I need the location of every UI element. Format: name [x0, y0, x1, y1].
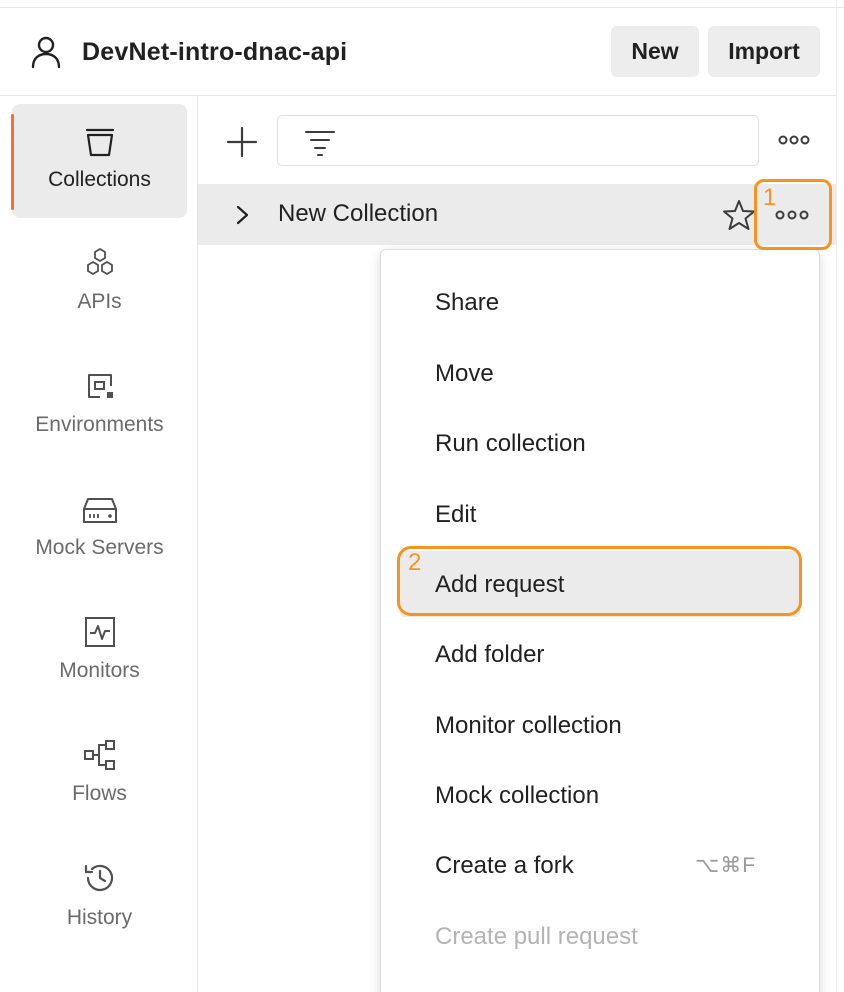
sidebar-item-label: Flows [72, 782, 127, 805]
hexagons-apis-icon [86, 247, 113, 276]
sidebar-item-label: Environments [35, 413, 164, 436]
sidebar-item-label: APIs [77, 290, 122, 313]
sidebar-item-apis[interactable]: APIs [12, 226, 187, 340]
menu-item-move[interactable]: Move [435, 360, 494, 388]
plus-icon[interactable] [222, 122, 262, 162]
menu-item-mock-collection[interactable]: Mock collection [435, 782, 599, 810]
sidebar-item-collections[interactable]: Collections [12, 104, 187, 218]
sidebar-item-label: Monitors [59, 659, 140, 682]
chevron-right-icon[interactable] [233, 200, 253, 230]
workspace-header: DevNet-intro-dnac-api New Import [0, 8, 836, 96]
server-icon [82, 498, 117, 523]
menu-item-create-fork[interactable]: Create a fork [435, 852, 574, 880]
sidebar-item-label: Collections [48, 168, 151, 191]
monitor-pulse-icon [84, 617, 115, 647]
sidebar-item-mock-servers[interactable]: Mock Servers [12, 472, 187, 586]
sidebar-item-environments[interactable]: Environments [12, 349, 187, 463]
filter-input[interactable] [277, 115, 759, 166]
user-icon [31, 36, 61, 69]
sidebar-item-history[interactable]: History [12, 840, 187, 954]
more-options-icon[interactable] [776, 128, 812, 152]
sidebar-item-monitors[interactable]: Monitors [12, 595, 187, 709]
sidebar-item-flows[interactable]: Flows [12, 718, 187, 832]
top-border [0, 0, 844, 8]
active-indicator [11, 114, 14, 210]
panel-divider [836, 0, 837, 992]
star-icon[interactable] [721, 198, 757, 232]
history-clock-icon [84, 864, 113, 891]
sidebar-item-label: Mock Servers [35, 536, 164, 559]
menu-item-edit[interactable]: Edit [435, 501, 476, 529]
environments-icon [87, 374, 113, 398]
flows-icon [83, 740, 115, 770]
new-button[interactable]: New [611, 26, 699, 77]
sidebar-item-label: History [66, 906, 133, 929]
fork-shortcut: ⌥⌘F [695, 854, 757, 877]
highlight-box-step-2 [397, 546, 802, 616]
collections-icon [85, 128, 114, 157]
menu-item-run-collection[interactable]: Run collection [435, 430, 586, 458]
import-button[interactable]: Import [708, 26, 820, 77]
filter-icon [305, 131, 335, 156]
menu-item-create-pull-request: Create pull request [435, 923, 638, 950]
step-2-number: 2 [408, 549, 422, 576]
menu-item-share[interactable]: Share [435, 289, 499, 317]
menu-item-monitor-collection[interactable]: Monitor collection [435, 712, 622, 740]
workspace-name[interactable]: DevNet-intro-dnac-api [82, 38, 347, 67]
step-1-number: 1 [763, 184, 777, 211]
menu-item-add-folder[interactable]: Add folder [435, 641, 544, 669]
collection-name[interactable]: New Collection [278, 200, 438, 228]
